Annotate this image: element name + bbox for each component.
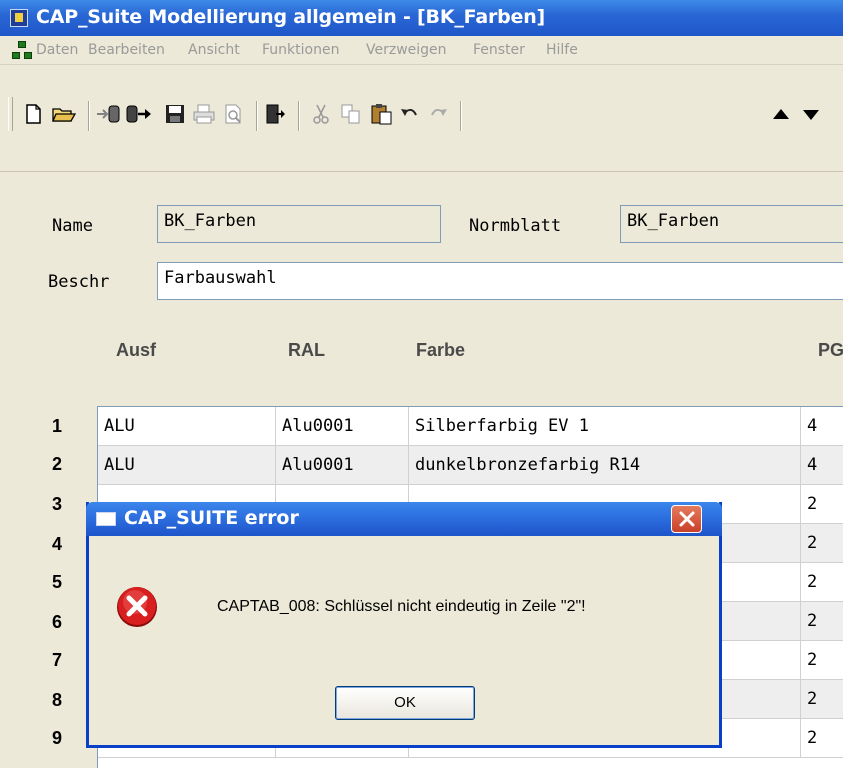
print-icon[interactable] [192,103,215,125]
toolbar [0,65,843,172]
export-icon[interactable] [126,103,151,125]
toolbar-separator [88,101,90,131]
column-header-ausf[interactable]: Ausf [116,340,156,361]
menu-funktionen[interactable]: Funktionen [262,42,339,58]
row-number[interactable]: 8 [52,690,72,711]
dialog-title-bar[interactable]: CAP_SUITE error [86,502,722,536]
ok-button[interactable]: OK [335,686,475,720]
row-number[interactable]: 1 [52,416,72,437]
beschr-field[interactable]: Farbauswahl [157,262,843,300]
error-dialog: CAP_SUITE error CAPTAB_008: Schlüssel ni… [86,502,722,748]
name-label: Name [52,216,93,236]
cell-pg[interactable]: 2 [801,641,843,679]
exit-icon[interactable] [264,103,286,125]
dialog-title: CAP_SUITE error [124,507,299,529]
hierarchy-icon[interactable] [12,41,32,59]
cell-farbe[interactable]: Silberfarbig EV 1 [409,407,801,445]
arrow-down-icon[interactable] [800,103,822,125]
dialog-message: CAPTAB_008: Schlüssel nicht eindeutig in… [217,598,586,615]
cell-ral[interactable]: Alu0001 [276,407,409,445]
print-preview-icon[interactable] [222,103,244,125]
toolbar-separator [298,101,300,131]
cell-farbe[interactable]: dunkelbronzefarbig R14 [409,446,801,484]
menu-hilfe[interactable]: Hilfe [546,42,578,58]
arrow-up-icon[interactable] [770,103,792,125]
copy-icon[interactable] [340,103,362,125]
menu-bar: Daten Bearbeiten Ansicht Funktionen Verz… [0,36,843,65]
close-icon[interactable] [671,505,702,533]
open-folder-icon[interactable] [52,103,77,125]
table-row[interactable]: ALU Alu0001 dunkelbronzefarbig R14 4 [98,446,843,485]
paste-icon[interactable] [370,103,392,125]
toolbar-separator [256,101,258,131]
toolbar-grip[interactable] [8,97,13,131]
row-number[interactable]: 3 [52,494,72,515]
menu-bearbeiten[interactable]: Bearbeiten [88,42,165,58]
cell-pg[interactable]: 2 [801,485,843,523]
row-number[interactable]: 6 [52,612,72,633]
cell-pg[interactable]: 4 [801,446,843,484]
column-header-farbe[interactable]: Farbe [416,340,465,361]
cell-pg[interactable]: 2 [801,524,843,562]
cell-pg[interactable]: 2 [801,719,843,757]
menu-verzweigen[interactable]: Verzweigen [366,42,447,58]
cell-ausf[interactable]: ALU [98,407,276,445]
menu-fenster[interactable]: Fenster [473,42,525,58]
import-icon[interactable] [96,103,120,125]
toolbar-separator [460,101,462,131]
menu-ansicht[interactable]: Ansicht [188,42,240,58]
window-title: CAP_Suite Modellierung allgemein - [BK_F… [36,6,546,28]
redo-icon[interactable] [428,103,450,125]
cell-pg[interactable]: 4 [801,407,843,445]
undo-icon[interactable] [398,103,420,125]
cell-pg[interactable]: 2 [801,602,843,640]
cell-ral[interactable]: Alu0001 [276,446,409,484]
row-number[interactable]: 9 [52,728,72,749]
normblatt-field[interactable]: BK_Farben [620,205,843,243]
save-icon[interactable] [164,103,186,125]
dialog-window-icon [96,512,116,526]
window-title-bar[interactable]: CAP_Suite Modellierung allgemein - [BK_F… [0,0,843,36]
cut-icon[interactable] [310,103,332,125]
row-number[interactable]: 2 [52,454,72,475]
app-icon[interactable] [10,9,28,27]
name-field[interactable]: BK_Farben [157,205,441,243]
new-document-icon[interactable] [22,103,44,125]
column-header-ral[interactable]: RAL [288,340,325,361]
row-number[interactable]: 7 [52,650,72,671]
menu-daten[interactable]: Daten [36,42,78,58]
error-icon [115,584,159,628]
row-number[interactable]: 5 [52,572,72,593]
cell-ausf[interactable]: ALU [98,446,276,484]
cell-pg[interactable]: 2 [801,563,843,601]
normblatt-label: Normblatt [469,216,562,236]
beschr-label: Beschr [48,272,110,292]
cell-pg[interactable]: 2 [801,680,843,718]
table-row[interactable]: ALU Alu0001 Silberfarbig EV 1 4 [98,407,843,446]
column-header-pg[interactable]: PG [818,340,843,361]
row-number[interactable]: 4 [52,534,72,555]
